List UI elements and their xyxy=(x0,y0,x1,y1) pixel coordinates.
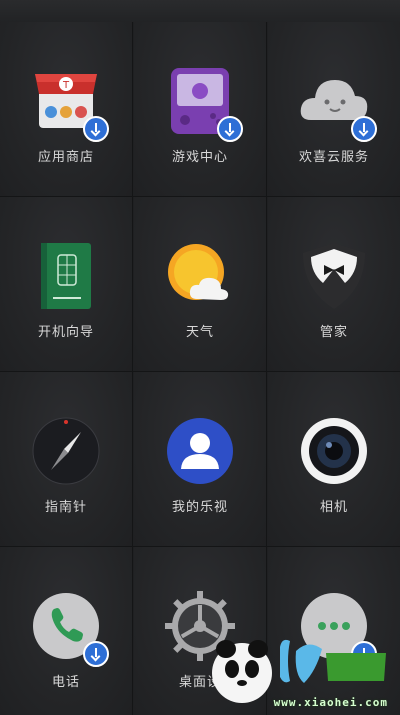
download-badge-icon xyxy=(217,116,243,142)
app-label: 电话 xyxy=(51,675,80,690)
app-grid: T 应用商店 游戏中心 欢喜云服务 开机向导 天气 管家 指南针 我的乐视 相机… xyxy=(0,22,400,715)
download-badge-icon xyxy=(83,116,109,142)
phone-icon xyxy=(29,589,109,667)
app-label: 天气 xyxy=(185,325,214,340)
app-tile-setup-wizard[interactable]: 开机向导 xyxy=(0,197,133,371)
download-badge-icon xyxy=(83,641,109,667)
app-row: 指南针 我的乐视 相机 xyxy=(0,372,400,547)
app-tile-weather[interactable]: 天气 xyxy=(134,197,267,371)
app-label: 管家 xyxy=(319,325,348,340)
compass-icon xyxy=(29,414,103,488)
app-row: 开机向导 天气 管家 xyxy=(0,197,400,372)
app-label: 开机向导 xyxy=(37,325,94,340)
status-bar xyxy=(0,0,400,22)
app-tile-compass[interactable]: 指南针 xyxy=(0,372,133,546)
download-badge-icon xyxy=(351,116,377,142)
camera-icon xyxy=(297,414,371,488)
game-center-icon xyxy=(163,64,243,142)
setup-wizard-icon xyxy=(29,239,103,313)
app-label: 欢喜云服务 xyxy=(298,150,369,165)
app-store-icon: T xyxy=(29,64,109,142)
watermark-url: www.xiaohei.com xyxy=(273,696,388,709)
app-label: 相机 xyxy=(319,500,348,515)
app-tile-camera[interactable]: 相机 xyxy=(268,372,400,546)
app-tile-my-letv[interactable]: 我的乐视 xyxy=(134,372,267,546)
app-tile-game-center[interactable]: 游戏中心 xyxy=(134,22,267,196)
app-tile-butler[interactable]: 管家 xyxy=(268,197,400,371)
app-label: 我的乐视 xyxy=(171,500,228,515)
app-tile-phone[interactable]: 电话 xyxy=(0,547,133,715)
site-watermark-logo: www.xiaohei.com xyxy=(204,631,394,711)
app-tile-cloud-service[interactable]: 欢喜云服务 xyxy=(268,22,400,196)
app-tile-app-store[interactable]: T 应用商店 xyxy=(0,22,133,196)
my-letv-icon xyxy=(163,414,237,488)
butler-icon xyxy=(297,239,371,313)
app-label: 游戏中心 xyxy=(171,150,228,165)
cloud-service-icon xyxy=(297,64,377,142)
svg-text:T: T xyxy=(62,80,70,91)
app-label: 指南针 xyxy=(44,500,87,515)
app-label: 应用商店 xyxy=(37,150,94,165)
app-row: T 应用商店 游戏中心 欢喜云服务 xyxy=(0,22,400,197)
weather-icon xyxy=(163,239,237,313)
